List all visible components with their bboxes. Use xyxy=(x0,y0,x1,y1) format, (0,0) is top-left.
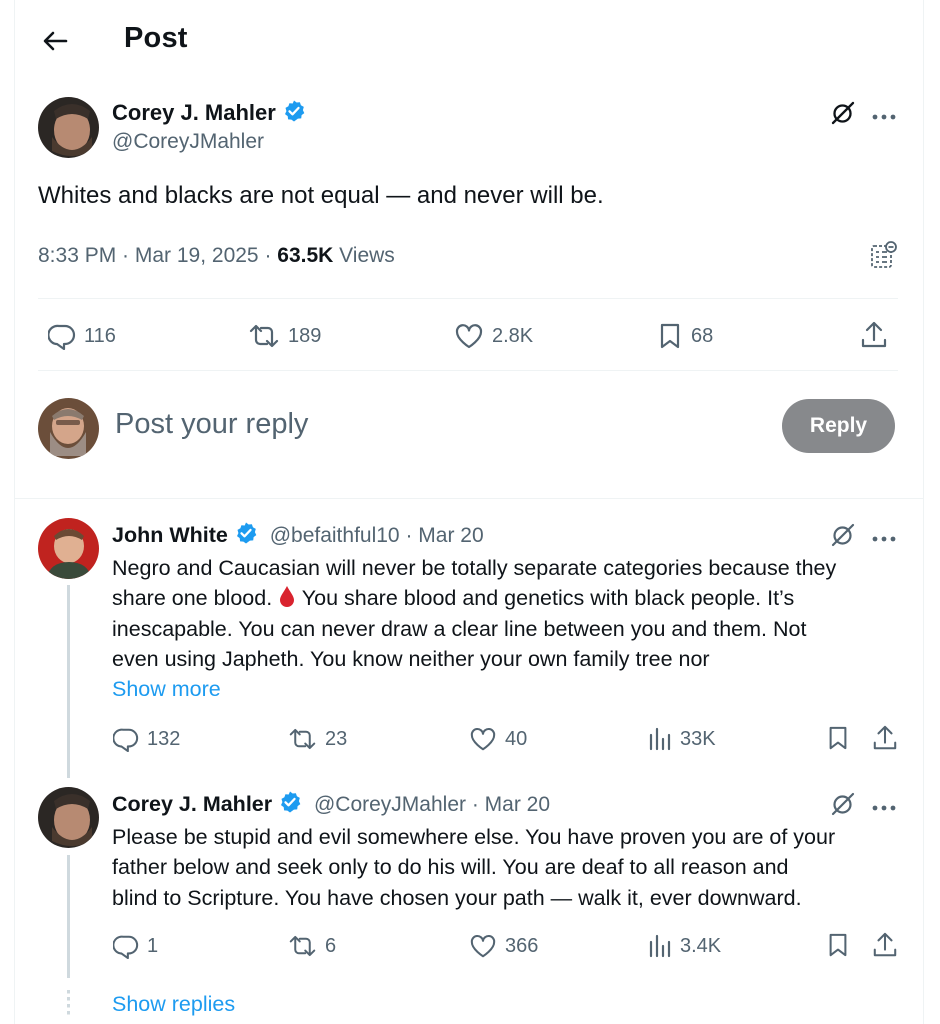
author-row: Corey J. Mahler xyxy=(112,99,306,128)
divider xyxy=(38,298,898,299)
heart-icon xyxy=(454,322,484,350)
repost-icon xyxy=(248,322,280,350)
bookmark-icon xyxy=(826,932,850,958)
repost-icon xyxy=(288,726,317,752)
reply-button[interactable]: Reply xyxy=(782,399,895,453)
post-timestamp[interactable]: 8:33 PM · Mar 19, 2025 · xyxy=(38,244,277,267)
author-name[interactable]: John White xyxy=(112,523,228,547)
avatar[interactable] xyxy=(38,97,99,158)
bookmark-button[interactable] xyxy=(826,725,850,756)
thread-line xyxy=(67,585,70,778)
repost-count: 6 xyxy=(325,934,337,957)
bar-chart-icon xyxy=(648,933,672,959)
reply-text-line: inescapable. You can never draw a clear … xyxy=(112,616,807,641)
share-button[interactable] xyxy=(860,320,888,355)
reply-count: 116 xyxy=(84,324,116,347)
author-name[interactable]: Corey J. Mahler xyxy=(112,100,276,125)
more-options-icon[interactable] xyxy=(872,530,896,548)
reply-count: 1 xyxy=(147,934,159,957)
author-handle[interactable]: @CoreyJMahler xyxy=(112,130,264,154)
grok-icon[interactable] xyxy=(830,522,856,553)
bar-chart-icon xyxy=(648,726,672,752)
reply-text-line: Please be stupid and evil somewhere else… xyxy=(112,825,836,849)
reply-text: Please be stupid and evil somewhere else… xyxy=(112,822,902,913)
bookmark-button[interactable] xyxy=(826,932,850,963)
like-count: 2.8K xyxy=(492,324,534,347)
reply-text-segment: You share blood and genetics with black … xyxy=(296,586,795,611)
show-more-link[interactable]: Show more xyxy=(112,674,902,704)
reply-text-line: father below and seek only to do his wil… xyxy=(112,855,789,880)
share-button[interactable] xyxy=(872,724,898,757)
reply-icon xyxy=(48,322,76,350)
thread-line xyxy=(67,855,70,978)
divider xyxy=(14,498,924,499)
repost-action[interactable]: 189 xyxy=(248,322,321,350)
heart-icon xyxy=(469,726,497,752)
reply-text-line: even using Japheth. You know neither you… xyxy=(112,646,710,671)
like-action[interactable]: 366 xyxy=(469,933,538,959)
current-user-avatar[interactable] xyxy=(38,398,99,459)
reply-text-line: share one blood. You share blood and gen… xyxy=(112,583,902,613)
blood-drop-icon xyxy=(278,584,296,608)
like-count: 40 xyxy=(505,727,528,750)
thread-line-dotted xyxy=(67,990,70,1018)
share-icon xyxy=(872,931,898,959)
bookmark-icon xyxy=(657,322,683,350)
avatar[interactable] xyxy=(38,787,99,848)
divider xyxy=(38,370,898,371)
reply-header: John White @befaithful10 · Mar 20 xyxy=(112,521,484,551)
reply-text-line: Negro and Caucasian will never be totall… xyxy=(112,556,837,580)
bookmark-icon xyxy=(826,725,850,751)
post-meta: 8:33 PM · Mar 19, 2025 · 63.5K Views xyxy=(38,244,395,268)
views-count: 33K xyxy=(680,727,716,750)
reply-count: 132 xyxy=(147,727,181,750)
verified-badge-icon xyxy=(234,521,258,551)
views-action[interactable]: 33K xyxy=(648,726,716,752)
reply-text-segment: share one blood. xyxy=(112,586,279,611)
views-action[interactable]: 3.4K xyxy=(648,933,721,959)
views-count: 3.4K xyxy=(680,934,722,957)
post-analytics-icon[interactable] xyxy=(870,241,898,274)
share-icon xyxy=(872,724,898,752)
bookmark-count: 68 xyxy=(691,324,714,347)
more-options-icon[interactable] xyxy=(872,108,896,126)
heart-icon xyxy=(469,933,497,959)
reply-input[interactable]: Post your reply xyxy=(115,408,308,441)
bookmark-action[interactable]: 68 xyxy=(657,322,713,350)
share-button[interactable] xyxy=(872,931,898,964)
back-button[interactable] xyxy=(38,24,72,58)
verified-badge-icon xyxy=(278,790,302,820)
reply-icon xyxy=(113,726,139,752)
arrow-left-icon xyxy=(42,30,68,52)
share-icon xyxy=(860,320,888,350)
views-count: 63.5K xyxy=(277,244,334,267)
repost-action[interactable]: 23 xyxy=(288,726,347,752)
like-count: 366 xyxy=(505,934,539,957)
page-title: Post xyxy=(124,22,188,54)
reply-action[interactable]: 132 xyxy=(113,726,180,752)
repost-icon xyxy=(288,933,317,959)
reply-icon xyxy=(113,933,139,959)
author-handle[interactable]: @befaithful10 · Mar 20 xyxy=(270,524,484,547)
avatar[interactable] xyxy=(38,518,99,579)
grok-icon[interactable] xyxy=(830,100,856,131)
repost-count: 189 xyxy=(288,324,322,347)
more-options-icon[interactable] xyxy=(872,799,896,817)
reply-text: Negro and Caucasian will never be totall… xyxy=(112,553,902,704)
show-replies-link[interactable]: Show replies xyxy=(112,992,235,1017)
repost-action[interactable]: 6 xyxy=(288,933,336,959)
reply-action[interactable]: 1 xyxy=(113,933,158,959)
repost-count: 23 xyxy=(325,727,348,750)
author-handle[interactable]: @CoreyJMahler · Mar 20 xyxy=(314,793,550,816)
reply-text-line: blind to Scripture. You have chosen your… xyxy=(112,885,802,910)
like-action[interactable]: 40 xyxy=(469,726,527,752)
verified-badge-icon xyxy=(282,99,306,128)
author-name[interactable]: Corey J. Mahler xyxy=(112,792,272,816)
grok-icon[interactable] xyxy=(830,791,856,822)
like-action[interactable]: 2.8K xyxy=(454,322,533,350)
views-label: Views xyxy=(333,244,395,267)
post-text: Whites and blacks are not equal — and ne… xyxy=(38,182,604,209)
reply-action[interactable]: 116 xyxy=(48,322,116,350)
reply-header: Corey J. Mahler @CoreyJMahler · Mar 20 xyxy=(112,790,550,820)
